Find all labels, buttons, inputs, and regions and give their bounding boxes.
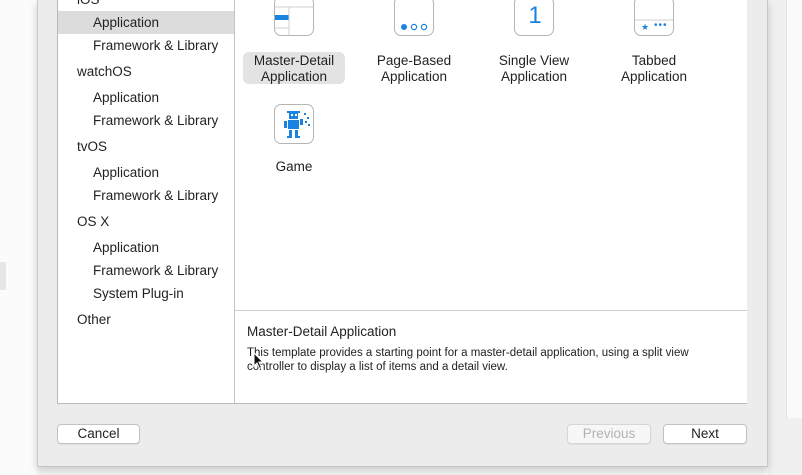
sidebar-category-tvos[interactable]: tvOS: [58, 135, 234, 158]
tab-star-icon: ★: [641, 22, 650, 32]
template-label: Game: [275, 159, 313, 174]
template-grid: Master-Detail Application Page-Based App…: [235, 0, 747, 310]
platform-sidebar: iOS Application Framework & Library watc…: [58, 0, 235, 403]
page-dots-icon: [394, 0, 434, 36]
sidebar-item-tvos-framework-library[interactable]: Framework & Library: [58, 184, 234, 207]
sidebar-item-osx-framework-library[interactable]: Framework & Library: [58, 259, 234, 282]
sidebar-item-ios-application[interactable]: Application: [58, 11, 234, 34]
sidebar-item-osx-application[interactable]: Application: [58, 236, 234, 259]
single-view-glyph: 1: [528, 2, 542, 29]
new-project-sheet: iOS Application Framework & Library watc…: [37, 0, 768, 467]
mouse-cursor-icon: [253, 351, 265, 370]
sidebar-item-watchos-application[interactable]: Application: [58, 86, 234, 109]
template-description: Master-Detail Application This template …: [235, 310, 747, 403]
sidebar-category-osx[interactable]: OS X: [58, 210, 234, 233]
next-button[interactable]: Next: [663, 424, 747, 444]
template-label: Single View Application: [498, 53, 570, 84]
template-single-view[interactable]: 1 Single View Application: [483, 0, 585, 86]
sidebar-category-ios[interactable]: iOS: [58, 0, 234, 11]
background-scroll-strip: [786, 0, 802, 418]
background-window-edge: [0, 262, 6, 290]
description-body: This template provides a starting point …: [247, 347, 689, 373]
sidebar-item-osx-system-plugin[interactable]: System Plug-in: [58, 282, 234, 305]
single-view-icon: 1: [514, 0, 554, 36]
template-label: Page-Based Application: [376, 53, 452, 84]
sidebar-item-tvos-application[interactable]: Application: [58, 161, 234, 184]
template-chooser-panel: iOS Application Framework & Library watc…: [57, 0, 747, 404]
tab-bar-icon: ★ •••: [634, 0, 674, 36]
template-label: Tabbed Application: [620, 53, 688, 84]
template-master-detail[interactable]: Master-Detail Application: [243, 0, 345, 86]
sidebar-item-watchos-framework-library[interactable]: Framework & Library: [58, 109, 234, 132]
template-label: Master-Detail Application: [243, 52, 345, 84]
previous-button[interactable]: Previous: [567, 424, 651, 444]
background-window-right: [768, 0, 802, 475]
description-title: Master-Detail Application: [247, 324, 397, 339]
sidebar-category-watchos[interactable]: watchOS: [58, 60, 234, 83]
master-detail-icon: [274, 0, 314, 36]
background-window-left: [0, 0, 37, 475]
game-robot-icon: [274, 104, 314, 144]
tab-more-icon: •••: [654, 20, 668, 31]
sidebar-category-other[interactable]: Other: [58, 308, 234, 331]
cancel-button[interactable]: Cancel: [57, 424, 140, 444]
template-page-based[interactable]: Page-Based Application: [363, 0, 465, 86]
sidebar-item-ios-framework-library[interactable]: Framework & Library: [58, 34, 234, 57]
template-game[interactable]: Game: [243, 104, 345, 194]
template-tabbed[interactable]: ★ ••• Tabbed Application: [603, 0, 705, 86]
